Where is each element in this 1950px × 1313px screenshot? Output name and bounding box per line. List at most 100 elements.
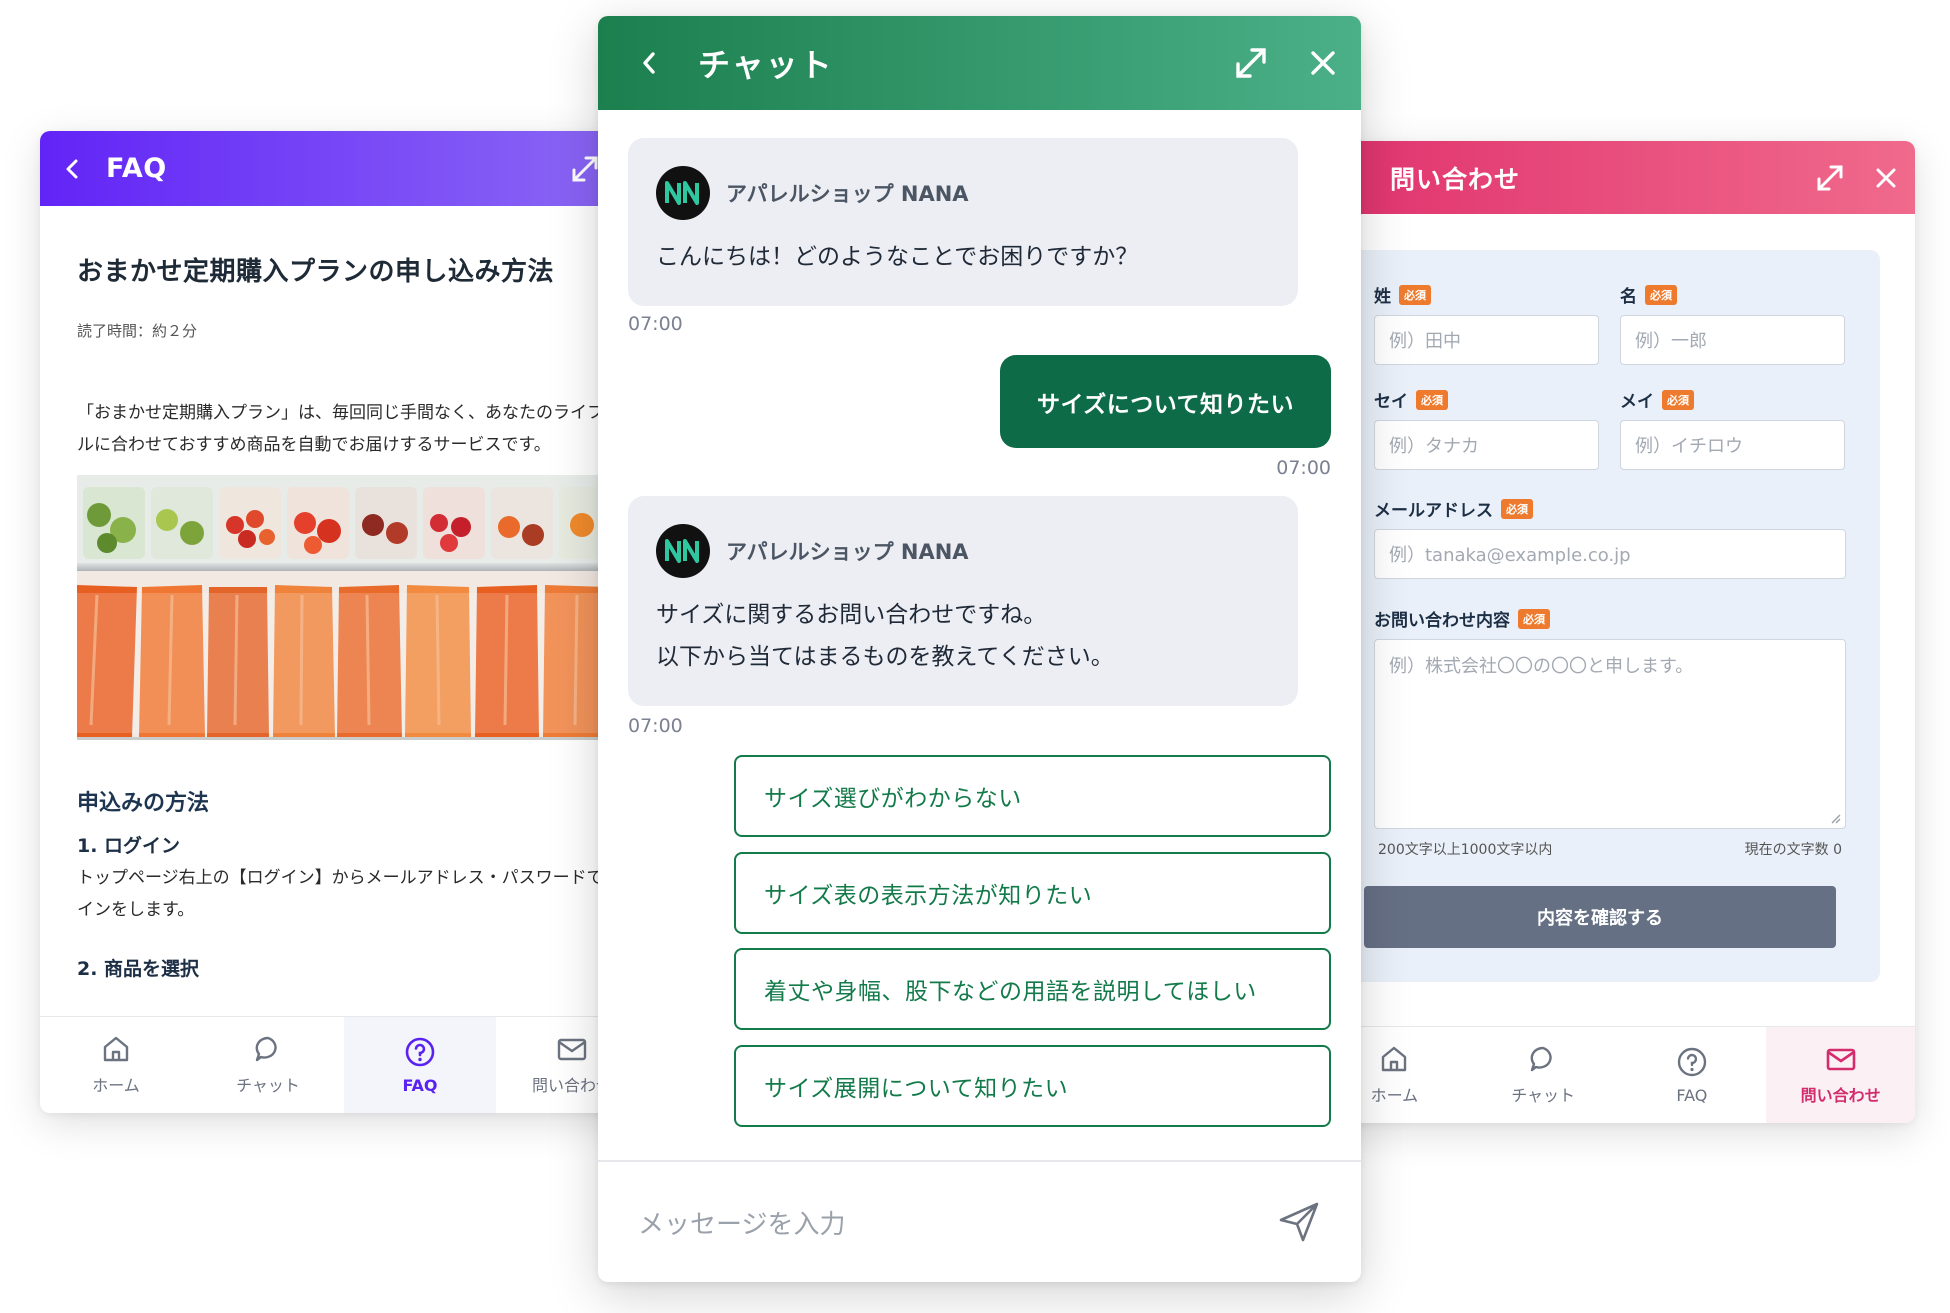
faq-panel: FAQ おまかせ定期購入プランの申し込み方法 読了時間：約２分 「おまかせ定期購… (40, 131, 650, 1113)
bot-message-line: サイズに関するお問い合わせですね。 (656, 602, 1047, 628)
question-circle-icon (404, 1036, 436, 1068)
article-title: おまかせ定期購入プランの申し込み方法 (77, 257, 555, 287)
expand-icon[interactable] (1815, 163, 1845, 193)
section-heading: 申込みの方法 (77, 791, 210, 816)
char-count: 現在の文字数 0 (1744, 842, 1842, 858)
first-name-label-text: 名 (1620, 287, 1637, 307)
close-icon[interactable] (1875, 167, 1897, 189)
contact-header: 問い合わせ (1320, 141, 1915, 214)
contact-panel: 問い合わせ 姓必須 例）田中 名必須 例）一郎 セイ 必須 例）タナカ メイ 必須 … (1320, 141, 1915, 1123)
sender-name: アパレルショップ NANA (726, 182, 969, 206)
length-hint: 200文字以上1000文字以内 (1378, 842, 1553, 858)
faq-bottom-nav: ホーム チャット FAQ 問い合わせ (40, 1016, 650, 1113)
bot-message-line: 以下から当てはまるものを教えてください。 (656, 644, 1114, 670)
contact-header-title: 問い合わせ (1390, 164, 1521, 194)
nav-chat-label: チャット (236, 1076, 300, 1095)
required-badge: 必須 (1416, 389, 1448, 410)
email-field: メールアドレス 必須 例）tanaka@example.co.jp (1374, 496, 1846, 579)
email-input[interactable]: 例）tanaka@example.co.jp (1374, 529, 1846, 579)
bot-message: アパレルショップ NANA サイズに関するお問い合わせですね。 以下から当てはま… (628, 496, 1298, 706)
nav-home-label: ホーム (1370, 1086, 1419, 1105)
produce-shelf-image (77, 475, 650, 740)
message-label-text: お問い合わせ内容 (1374, 611, 1510, 631)
article-meta: 読了時間：約２分 (77, 320, 624, 341)
bot-message: アパレルショップ NANA こんにちは！どのようなことでお困りですか？ (628, 138, 1298, 306)
nav-chat[interactable]: チャット (1469, 1027, 1618, 1123)
last-kana-input[interactable]: 例）タナカ (1374, 420, 1599, 470)
first-kana-input[interactable]: 例）イチロウ (1620, 420, 1845, 470)
message-textarea[interactable]: 例）株式会社〇〇の〇〇と申します。 (1374, 639, 1846, 829)
last-kana-label: セイ 必須 (1374, 387, 1599, 412)
quick-reply-option[interactable]: サイズ表の表示方法が知りたい (734, 852, 1331, 934)
nav-chat[interactable]: チャット (192, 1017, 344, 1113)
article-intro: 「おまかせ定期購入プラン」は、毎回同じ手間なく、あなたのライフスタイルに合わせて… (77, 403, 650, 455)
required-badge: 必須 (1501, 498, 1533, 519)
last-name-input[interactable]: 例）田中 (1374, 315, 1599, 365)
timestamp: 07:00 (628, 715, 683, 737)
step-1-text: トップページ右上の【ログイン】からメールアドレス・パスワードでサインインをします… (77, 868, 650, 920)
mail-icon (556, 1034, 588, 1064)
back-chevron-icon[interactable] (640, 50, 658, 76)
message-field: お問い合わせ内容 必須 例）株式会社〇〇の〇〇と申します。 200文字以上1000… (1374, 606, 1846, 859)
bot-message-text: サイズに関するお問い合わせですね。 以下から当てはまるものを教えてください。 (656, 594, 1270, 678)
sender-row: アパレルショップ NANA (656, 166, 1270, 220)
required-badge: 必須 (1518, 608, 1550, 629)
close-icon[interactable] (1309, 49, 1337, 77)
nav-faq[interactable]: FAQ (344, 1017, 496, 1113)
read-time: 読了時間：約２分 (77, 322, 198, 340)
mail-icon (1825, 1044, 1857, 1074)
nav-contact[interactable]: 問い合わせ (1766, 1027, 1915, 1123)
email-label-text: メールアドレス (1374, 501, 1493, 521)
char-count-row: 200文字以上1000文字以内 現在の文字数 0 (1374, 839, 1846, 859)
first-kana-field: メイ 必須 例）イチロウ (1620, 387, 1845, 470)
required-badge: 必須 (1399, 284, 1431, 305)
bot-message-text: こんにちは！どのようなことでお困りですか？ (656, 244, 1139, 270)
nav-faq[interactable]: FAQ (1618, 1027, 1767, 1123)
message-input[interactable]: メッセージを入力 (598, 1160, 1361, 1282)
timestamp: 07:00 (628, 313, 683, 335)
faq-header: FAQ (40, 131, 650, 206)
shop-logo-avatar (656, 166, 710, 220)
chat-bubble-icon (1528, 1044, 1558, 1074)
home-icon (101, 1034, 131, 1064)
first-kana-label: メイ 必須 (1620, 387, 1845, 412)
send-icon[interactable] (1277, 1200, 1321, 1244)
email-label: メールアドレス 必須 (1374, 496, 1846, 521)
nav-faq-label: FAQ (1676, 1085, 1708, 1105)
first-kana-label-text: メイ (1620, 392, 1654, 412)
chat-header-title: チャット (698, 46, 834, 84)
confirm-button[interactable]: 内容を確認する (1364, 886, 1836, 948)
expand-icon[interactable] (1233, 45, 1269, 81)
user-message: サイズについて知りたい (1000, 355, 1331, 448)
first-name-input[interactable]: 例）一郎 (1620, 315, 1845, 365)
faq-header-title: FAQ (106, 153, 167, 184)
step-1-title: 1. ログイン (77, 835, 181, 857)
message-placeholder: 例）株式会社〇〇の〇〇と申します。 (1389, 656, 1694, 677)
shop-logo-avatar (656, 524, 710, 578)
question-circle-icon (1676, 1046, 1708, 1078)
last-kana-label-text: セイ (1374, 392, 1408, 412)
chat-bubble-icon (253, 1034, 283, 1064)
faq-article: おまかせ定期購入プランの申し込み方法 読了時間：約２分 「おまかせ定期購入プラン… (40, 251, 650, 981)
expand-icon[interactable] (570, 154, 600, 184)
resize-handle-icon[interactable] (1829, 812, 1841, 824)
first-name-label: 名必須 (1620, 282, 1845, 307)
back-chevron-icon[interactable] (64, 158, 80, 180)
last-name-label: 姓必須 (1374, 282, 1599, 307)
quick-reply-option[interactable]: サイズ選びがわからない (734, 755, 1331, 837)
quick-reply-option[interactable]: サイズ展開について知りたい (734, 1045, 1331, 1127)
nav-contact-label: 問い合わせ (1800, 1086, 1881, 1105)
chat-header: チャット (598, 16, 1361, 110)
quick-reply-option[interactable]: 着丈や身幅、股下などの用語を説明してほしい (734, 948, 1331, 1030)
sender-row: アパレルショップ NANA (656, 524, 1270, 578)
required-badge: 必須 (1662, 389, 1694, 410)
sender-name: アパレルショップ NANA (726, 540, 969, 564)
last-name-label-text: 姓 (1374, 287, 1391, 307)
nav-faq-label: FAQ (402, 1075, 438, 1095)
required-badge: 必須 (1645, 284, 1677, 305)
contact-bottom-nav: ホーム チャット FAQ 問い合わせ (1320, 1026, 1915, 1123)
nav-home[interactable]: ホーム (40, 1017, 192, 1113)
step-2-title: 2. 商品を選択 (77, 958, 200, 980)
last-name-field: 姓必須 例）田中 (1374, 282, 1599, 365)
message-label: お問い合わせ内容 必須 (1374, 606, 1846, 631)
